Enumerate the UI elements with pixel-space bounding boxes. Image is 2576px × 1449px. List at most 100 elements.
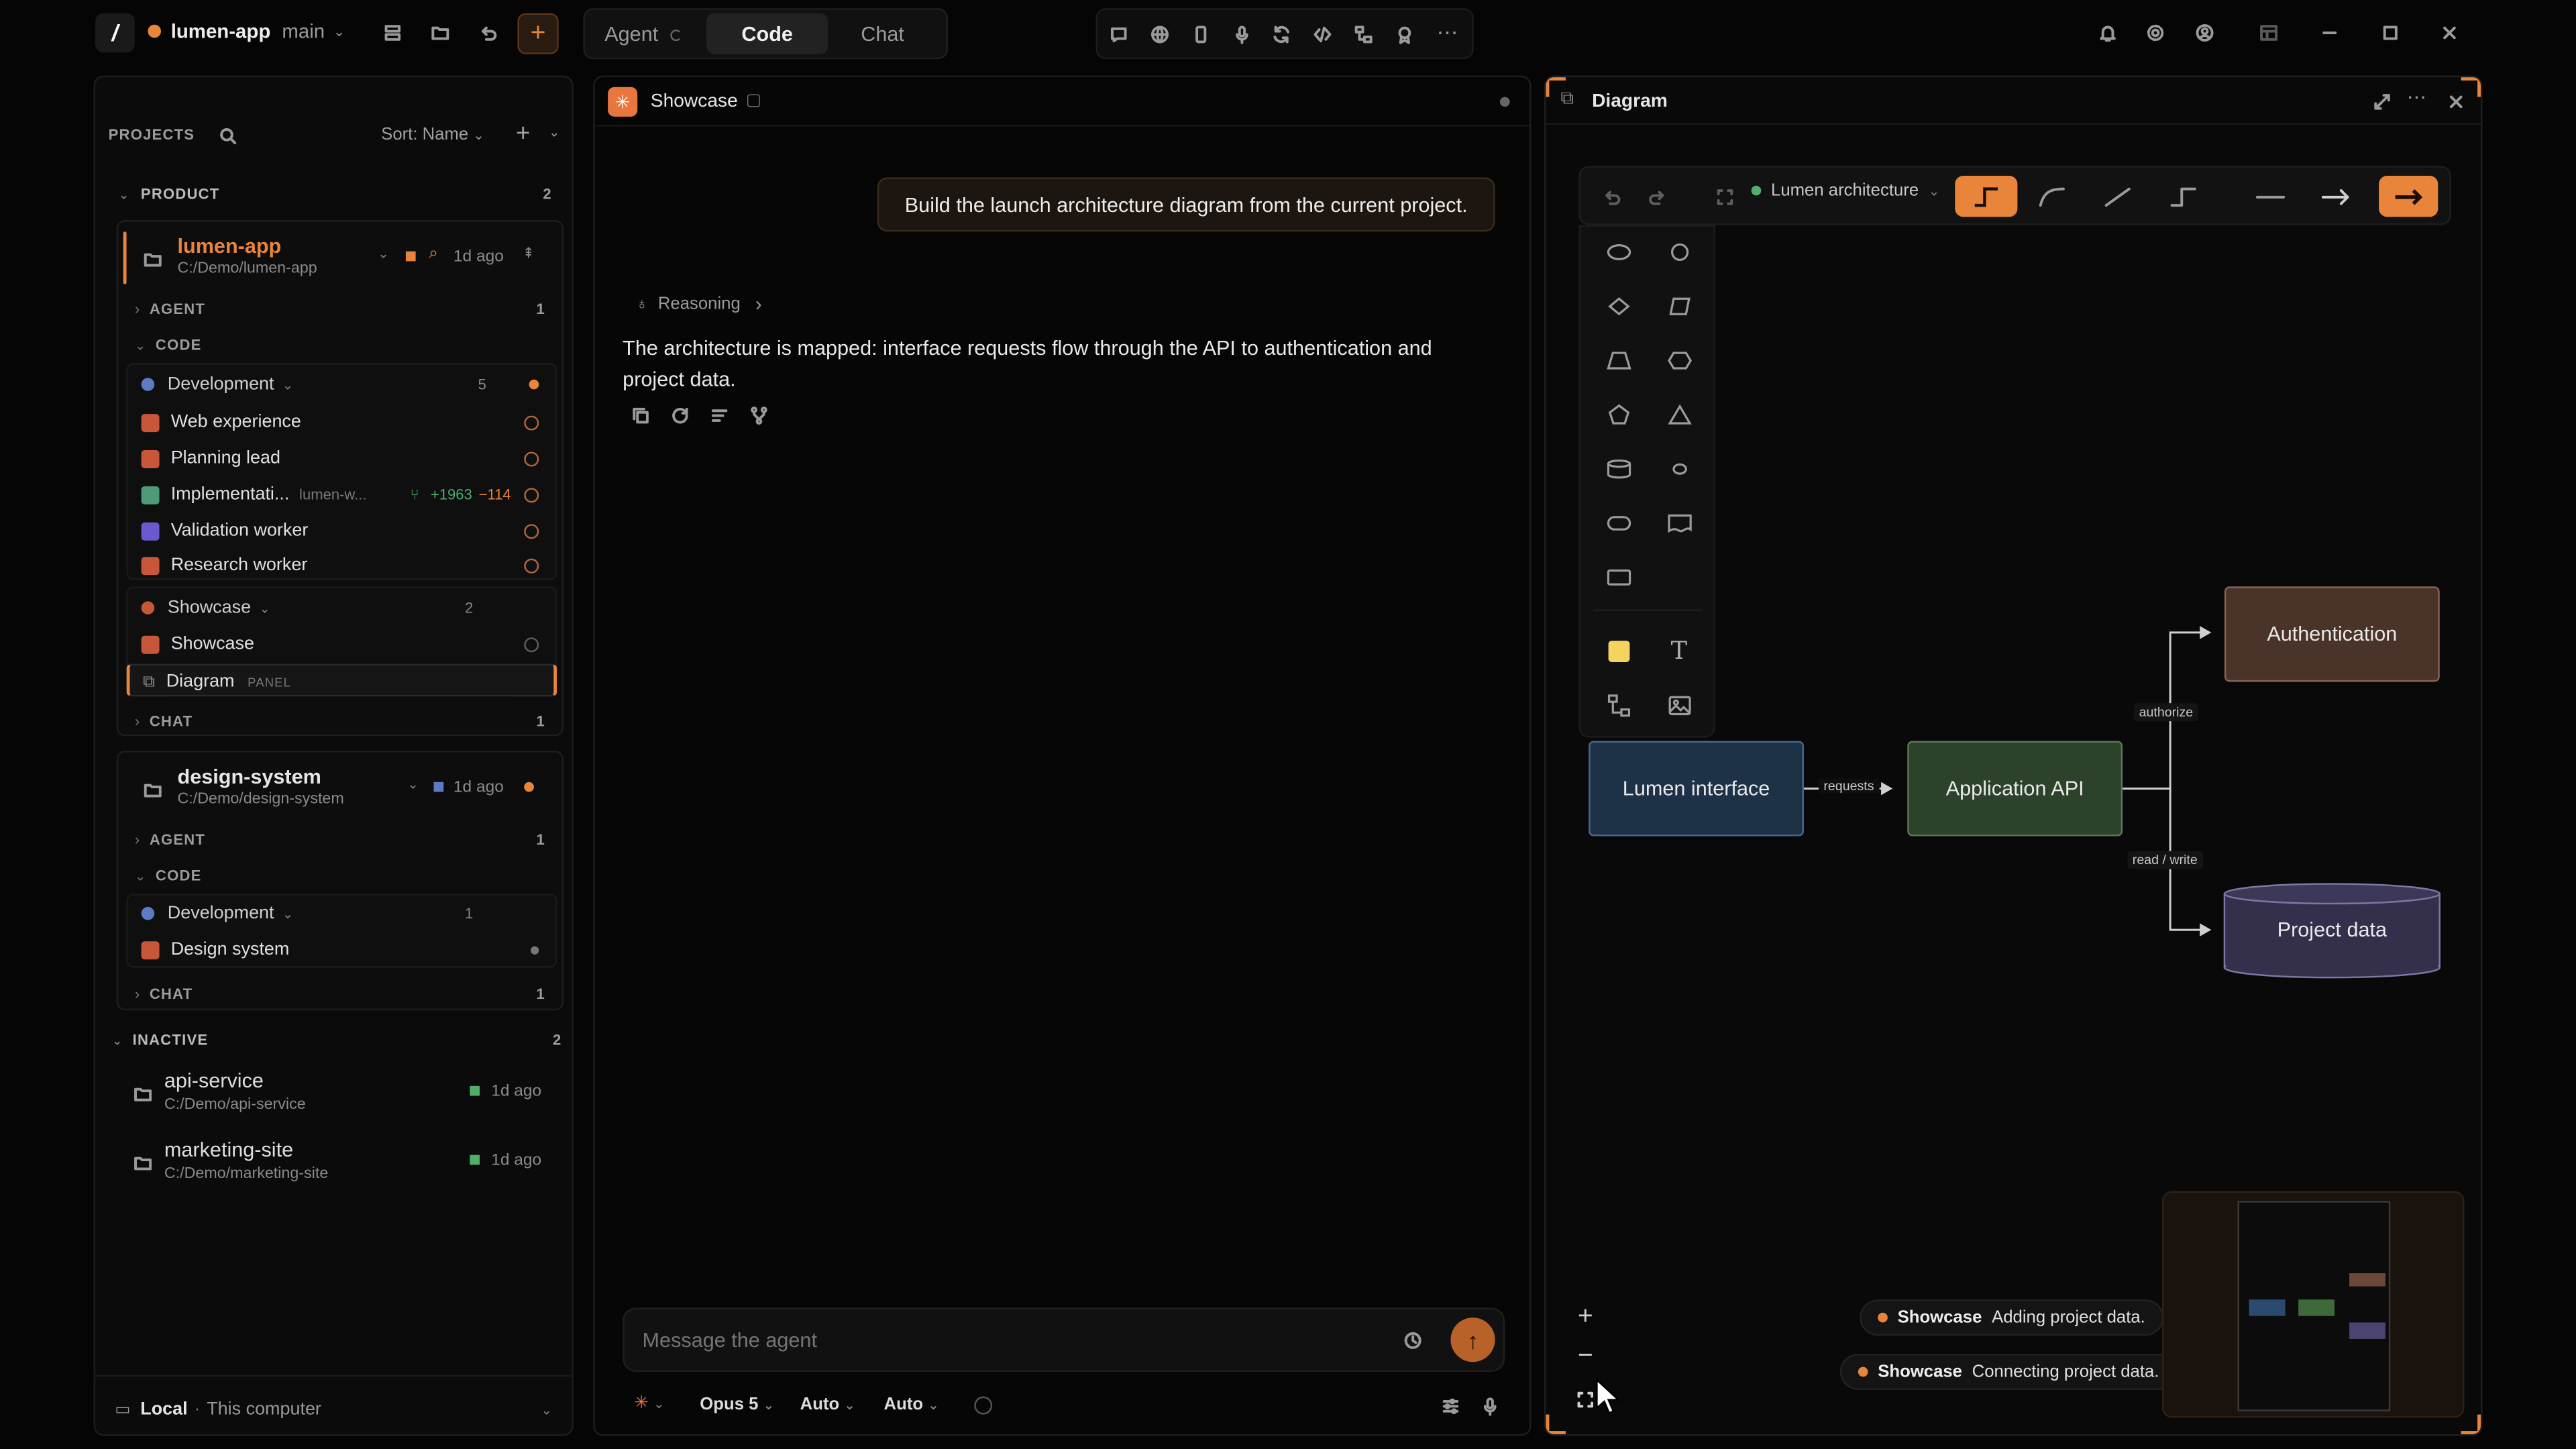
chevron-right-icon: › bbox=[134, 831, 140, 848]
context-indicator[interactable] bbox=[974, 1396, 993, 1415]
sliders-icon[interactable] bbox=[1439, 1395, 1460, 1416]
more-icon[interactable]: ⋯ bbox=[1434, 19, 1460, 44]
chat-tab-title[interactable]: Showcase bbox=[651, 92, 738, 111]
toast: Showcase Connecting project data. bbox=[1839, 1353, 2178, 1390]
app-logo[interactable]: / bbox=[95, 13, 135, 53]
microphone-icon[interactable] bbox=[1230, 23, 1253, 46]
chevron-down-icon[interactable]: ⌄ bbox=[378, 246, 388, 261]
reply-actions bbox=[631, 406, 769, 425]
toast-text: Adding project data. bbox=[1992, 1307, 2145, 1328]
section-agent[interactable]: › AGENT 1 bbox=[135, 297, 545, 320]
list-item[interactable]: Web experience bbox=[141, 409, 539, 435]
group-dot bbox=[141, 906, 155, 920]
tab-agent[interactable]: Agent bbox=[604, 23, 682, 46]
dev-group-header[interactable]: Development ⌄ 1 bbox=[141, 900, 539, 926]
layers-icon[interactable] bbox=[380, 19, 406, 46]
node-application-api[interactable]: Application API bbox=[1907, 741, 2123, 837]
project-row-marketing-site[interactable]: marketing-site C:/Demo/marketing-site 1d… bbox=[131, 1138, 552, 1187]
file-icon bbox=[141, 555, 160, 574]
list-item[interactable]: Validation worker bbox=[141, 517, 539, 543]
close-icon[interactable] bbox=[2436, 19, 2463, 46]
section-code[interactable]: ⌄ CODE bbox=[135, 864, 545, 887]
dev-group-header[interactable]: Development ⌄ 5 bbox=[141, 371, 539, 397]
bell-icon[interactable] bbox=[2094, 19, 2121, 46]
minimize-icon[interactable] bbox=[2316, 19, 2343, 46]
chat-bubble-icon[interactable] bbox=[1108, 23, 1130, 46]
lightbulb-icon: ♁ bbox=[635, 294, 649, 313]
section-agent[interactable]: › AGENT 1 bbox=[135, 828, 545, 851]
model-select[interactable]: Opus 5 ⌄ bbox=[700, 1395, 774, 1414]
group-product[interactable]: ⌄ PRODUCT 2 bbox=[118, 182, 552, 205]
chevron-down-icon[interactable]: ⌄ bbox=[407, 777, 418, 792]
refresh-icon[interactable] bbox=[1270, 23, 1293, 46]
search-icon[interactable] bbox=[217, 125, 239, 148]
copy-icon[interactable] bbox=[631, 406, 650, 425]
environment-select[interactable]: ▭ Local · This computer ⌄ bbox=[115, 1400, 551, 1419]
chevron-down-icon: ⌄ bbox=[259, 600, 270, 616]
group-label: PRODUCT bbox=[140, 185, 220, 203]
chevron-down-icon[interactable]: ⌄ bbox=[549, 125, 559, 140]
add-project-button[interactable]: + bbox=[516, 120, 530, 148]
undo-icon[interactable] bbox=[475, 19, 501, 46]
chevron-down-icon: ⌄ bbox=[282, 377, 294, 392]
pin-icon[interactable]: ⌕ bbox=[429, 245, 438, 263]
folder-icon[interactable] bbox=[427, 19, 453, 46]
zoom-in-button[interactable]: + bbox=[1566, 1303, 1605, 1339]
message-input[interactable] bbox=[642, 1326, 1366, 1356]
zoom-out-button[interactable]: − bbox=[1566, 1342, 1605, 1379]
project-row-api-service[interactable]: api-service C:/Demo/api-service 1d ago bbox=[131, 1069, 552, 1118]
code-icon[interactable] bbox=[1311, 23, 1334, 46]
group-inactive[interactable]: ⌄ INACTIVE 2 bbox=[112, 1028, 562, 1051]
reasoning-toggle[interactable]: ♁ Reasoning › bbox=[636, 292, 762, 315]
collapse-icon[interactable]: ⇞ bbox=[523, 245, 535, 263]
project-row[interactable]: lumen-app C:/Demo/lumen-app ⌄ ⌕ 1d ago ⇞ bbox=[142, 231, 555, 284]
branch-icon: ⑂ bbox=[410, 486, 419, 503]
tab-chat[interactable]: Chat bbox=[861, 23, 904, 46]
project-switcher[interactable]: lumen-app main ⌄ bbox=[148, 19, 345, 43]
list-item[interactable]: Design system bbox=[141, 936, 539, 963]
list-item[interactable]: Implementati... lumen-w... ⑂ +1963 −114 bbox=[141, 482, 539, 508]
message-composer: ↑ bbox=[623, 1307, 1505, 1372]
showcase-group-header[interactable]: Showcase ⌄ 2 bbox=[141, 595, 539, 621]
mode-select-2[interactable]: Auto ⌄ bbox=[884, 1395, 939, 1414]
group-count: 5 bbox=[478, 376, 486, 393]
globe-icon[interactable] bbox=[1148, 23, 1171, 46]
retry-icon[interactable] bbox=[670, 406, 690, 425]
phone-icon[interactable] bbox=[1189, 23, 1212, 46]
mode-select-1[interactable]: Auto ⌄ bbox=[800, 1395, 855, 1414]
section-chat[interactable]: › CHAT 1 bbox=[135, 983, 545, 1006]
status-square bbox=[433, 782, 444, 792]
list-icon[interactable] bbox=[710, 406, 729, 425]
file-icon bbox=[141, 521, 160, 540]
diagram-item-selected[interactable]: ⧉ Diagram PANEL bbox=[126, 663, 557, 697]
send-button[interactable]: ↑ bbox=[1450, 1318, 1495, 1362]
node-project-data[interactable]: Project data bbox=[2224, 902, 2440, 958]
section-label: CHAT bbox=[149, 985, 193, 1002]
status-dot bbox=[148, 24, 162, 38]
account-icon[interactable] bbox=[2192, 19, 2218, 46]
branch-icon[interactable] bbox=[749, 406, 769, 425]
node-authentication[interactable]: Authentication bbox=[2224, 586, 2440, 682]
agent-avatar-select[interactable]: ✳ ⌄ bbox=[634, 1393, 664, 1413]
history-icon[interactable] bbox=[1401, 1329, 1424, 1352]
microphone-icon[interactable] bbox=[1479, 1395, 1500, 1416]
badge-icon[interactable] bbox=[1393, 23, 1416, 46]
project-row[interactable]: design-system C:/Demo/design-system ⌄ 1d… bbox=[142, 762, 555, 814]
maximize-icon[interactable] bbox=[2377, 19, 2404, 46]
workflow-icon[interactable] bbox=[1352, 23, 1375, 46]
list-item[interactable]: Planning lead bbox=[141, 445, 539, 472]
item-label: Showcase bbox=[170, 634, 255, 654]
list-item[interactable]: Showcase bbox=[141, 631, 539, 657]
sort-select[interactable]: Sort: Name ⌄ bbox=[381, 125, 484, 144]
minimap[interactable] bbox=[2161, 1191, 2465, 1418]
tab-code[interactable]: Code bbox=[706, 13, 828, 54]
section-chat[interactable]: › CHAT 1 bbox=[135, 710, 545, 733]
new-button[interactable]: + bbox=[517, 13, 559, 54]
list-item[interactable]: Research worker bbox=[141, 552, 539, 578]
settings-icon[interactable] bbox=[2142, 19, 2168, 46]
section-code[interactable]: ⌄ CODE bbox=[135, 333, 545, 356]
node-lumen-interface[interactable]: Lumen interface bbox=[1589, 741, 1805, 837]
status-square bbox=[470, 1155, 480, 1165]
comment-icon[interactable]: ▢ bbox=[746, 92, 761, 110]
layout-icon[interactable] bbox=[2255, 19, 2282, 46]
